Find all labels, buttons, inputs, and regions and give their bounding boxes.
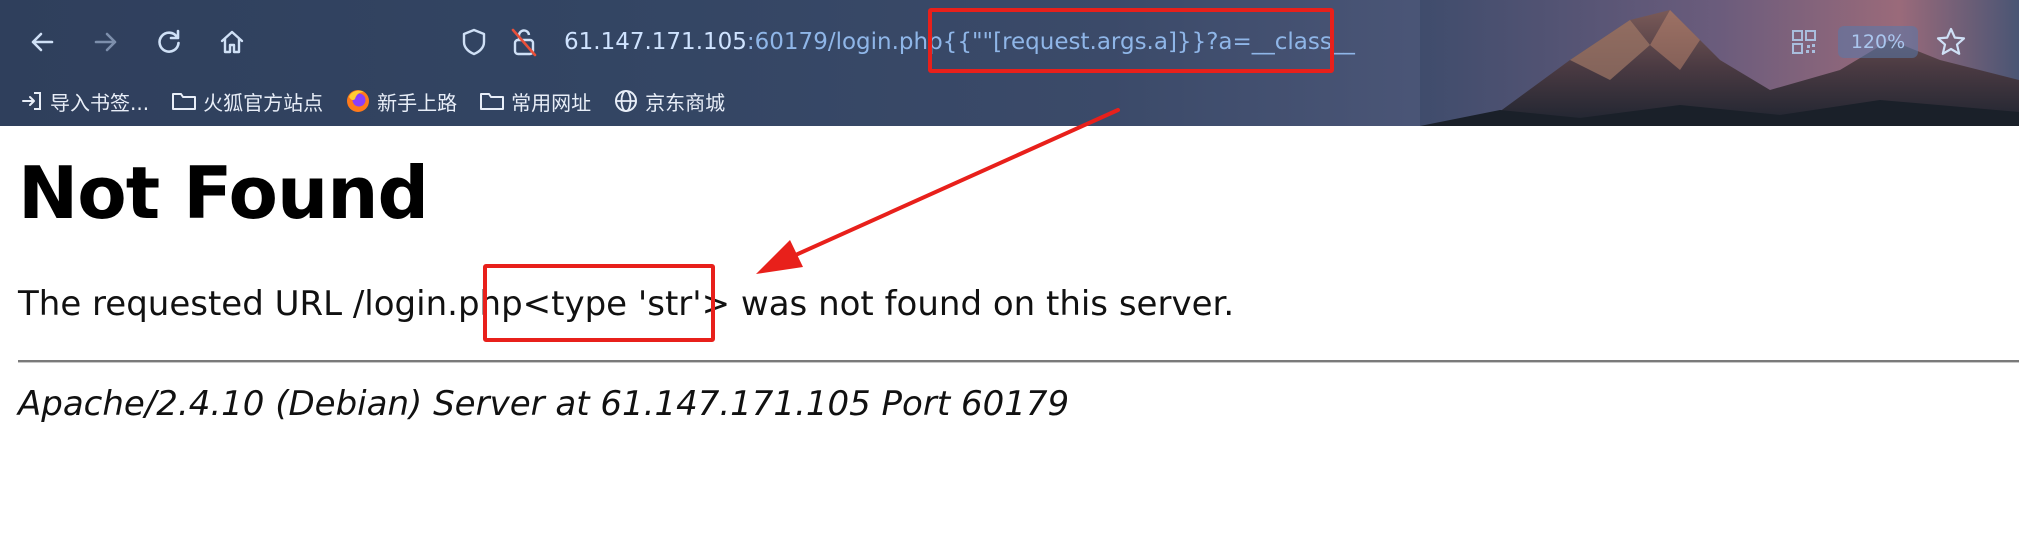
bookmark-getting-started[interactable]: 新手上路 [345,87,457,116]
bookmark-import[interactable]: 导入书签... [20,87,149,116]
home-button[interactable] [212,22,252,62]
bookmark-label: 新手上路 [377,90,458,115]
bookmark-common-sites[interactable]: 常用网址 [479,87,591,116]
bookmarks-toolbar: 导入书签... 火狐官方站点 新手上路 常用网址 京东商城 [20,84,747,118]
arrow-right-icon [94,32,117,52]
bookmark-label: 京东商城 [645,90,726,115]
reload-icon [158,29,180,53]
horizontal-divider [18,360,2019,363]
url-host: 61.147.171.105 [564,29,747,55]
reload-button[interactable] [149,22,189,62]
theme-mountain-background [1420,0,2019,126]
globe-icon [615,90,638,112]
bookmark-label: 火狐官方站点 [203,90,324,115]
server-signature: Apache/2.4.10 (Debian) Server at 61.147.… [18,384,1070,424]
qr-code-icon[interactable] [1790,28,1818,56]
bookmark-star-icon[interactable] [1935,26,1967,58]
insecure-lock-icon[interactable] [510,26,538,58]
bookmark-firefox-official[interactable]: 火狐官方站点 [171,87,323,116]
back-button[interactable] [22,22,62,62]
import-icon [22,92,41,110]
zoom-level-button[interactable]: 120% [1838,26,1918,58]
annotation-highlight-url [928,8,1334,73]
folder-icon [480,93,505,110]
firefox-icon [347,90,370,112]
home-icon [220,30,244,54]
forward-button[interactable] [86,22,126,62]
bookmark-label: 常用网址 [511,90,592,115]
page-title: Not Found [18,151,429,235]
bookmark-jd-mall[interactable]: 京东商城 [613,87,725,116]
annotation-highlight-message [483,264,715,342]
bookmark-label: 导入书签... [50,90,150,115]
folder-icon [172,93,197,110]
arrow-left-icon [31,32,54,52]
shield-icon [462,28,486,56]
